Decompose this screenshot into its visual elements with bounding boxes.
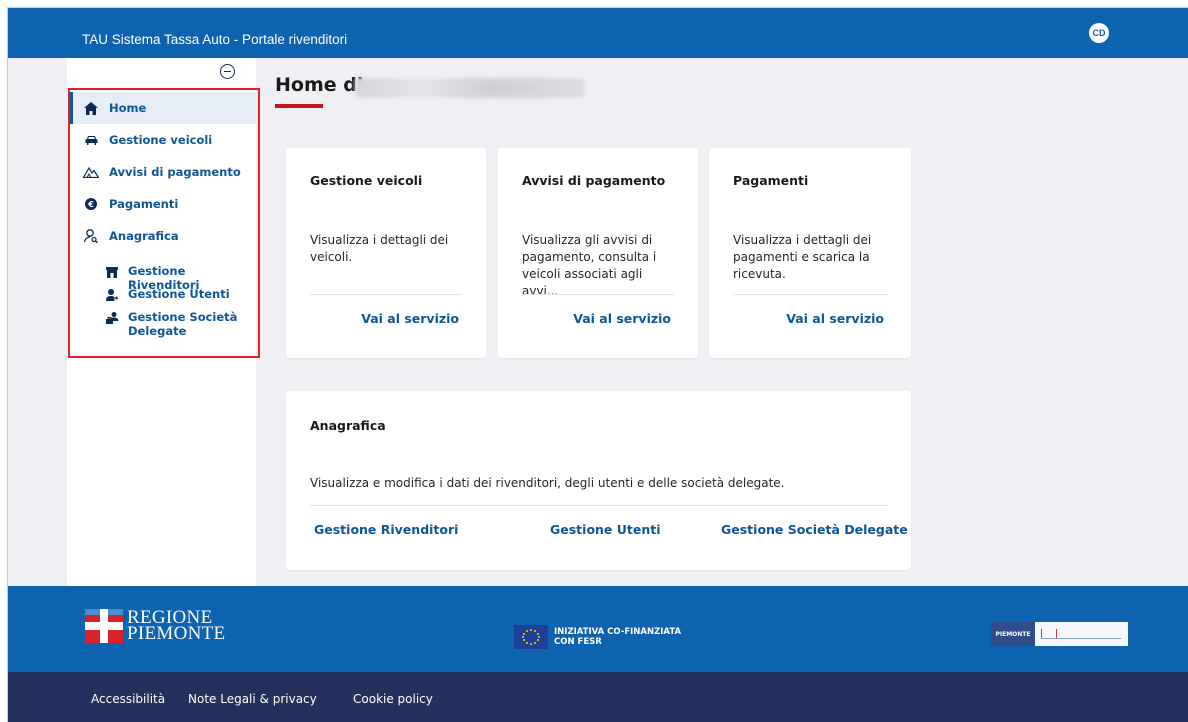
sidebar-subitem-label: Gestione Società Delegate xyxy=(128,310,238,338)
partner-logo-mark: PIEMONTE xyxy=(991,622,1035,646)
card-divider xyxy=(522,294,674,295)
svg-text:€: € xyxy=(87,200,94,209)
payment-notice-icon xyxy=(83,164,99,180)
card-title: Pagamenti xyxy=(733,173,809,188)
card-description: Visualizza i dettagli dei veicoli. xyxy=(310,233,449,264)
card-gestione-veicoli: Gestione veicoli Visualizza i dettagli d… xyxy=(286,148,486,358)
card-description: Visualizza e modifica i dati dei rivendi… xyxy=(310,476,785,490)
card-anagrafica: Anagrafica Visualizza e modifica i dati … xyxy=(286,391,911,570)
sidebar-item-home[interactable]: Home xyxy=(70,92,256,124)
vai-al-servizio-link[interactable]: Vai al servizio xyxy=(361,311,459,326)
eu-line1: INIZIATIVA CO-FINANZIATA xyxy=(554,627,682,637)
eu-cofinancing-badge: INIZIATIVA CO-FINANZIATA CON FESR xyxy=(514,625,681,649)
sidebar-item-label: Home xyxy=(109,101,147,115)
vai-al-servizio-link[interactable]: Vai al servizio xyxy=(786,311,884,326)
vai-al-servizio-link[interactable]: Vai al servizio xyxy=(573,311,671,326)
top-bar: TAU Sistema Tassa Auto - Portale rivendi… xyxy=(8,8,1188,58)
gestione-societa-delegate-link[interactable]: Gestione Società Delegate xyxy=(721,522,908,537)
collapse-sidebar-icon[interactable] xyxy=(220,64,235,79)
car-icon xyxy=(83,132,99,148)
partner-logo[interactable]: PIEMONTE xyxy=(991,622,1128,646)
euro-coin-icon: € xyxy=(83,196,99,212)
card-description: Visualizza i dettagli dei pagamenti e sc… xyxy=(733,233,872,281)
cookie-policy-link[interactable]: Cookie policy xyxy=(353,692,433,706)
sidebar-subitem-label: Gestione Utenti xyxy=(128,287,230,301)
bottom-bar: Accessibilità Note Legali & privacy Cook… xyxy=(8,672,1188,722)
footer: REGIONE PIEMONTE INIZIATIVA CO-FINANZIAT… xyxy=(8,586,1188,672)
eu-flag-icon xyxy=(514,625,548,649)
card-divider xyxy=(310,505,887,506)
card-divider xyxy=(733,294,887,295)
card-description: Visualizza gli avvisi di pagamento, cons… xyxy=(522,233,657,298)
sidebar-item-gestione-veicoli[interactable]: Gestione veicoli xyxy=(70,124,256,156)
sidebar-item-pagamenti[interactable]: € Pagamenti xyxy=(70,188,256,220)
accessibilita-link[interactable]: Accessibilità xyxy=(91,692,165,706)
company-users-icon xyxy=(105,311,119,325)
user-add-icon xyxy=(105,288,119,302)
sidebar-item-anagrafica[interactable]: Anagrafica xyxy=(70,220,256,252)
sidebar: Home Gestione veicoli Avvisi di pagament… xyxy=(67,58,260,586)
user-avatar[interactable]: CD xyxy=(1089,23,1109,43)
gestione-rivenditori-link[interactable]: Gestione Rivenditori xyxy=(314,522,458,537)
card-pagamenti: Pagamenti Visualizza i dettagli dei paga… xyxy=(709,148,911,358)
sidebar-item-label: Pagamenti xyxy=(109,197,179,211)
card-title: Anagrafica xyxy=(310,418,386,433)
sidebar-item-label: Avvisi di pagamento xyxy=(109,165,241,179)
store-icon xyxy=(105,265,119,279)
sidebar-item-label: Anagrafica xyxy=(109,229,179,243)
piemonte-flag-icon xyxy=(85,609,123,643)
page-title: Home di xyxy=(275,74,364,96)
gestione-utenti-link[interactable]: Gestione Utenti xyxy=(550,522,661,537)
redacted-name xyxy=(355,78,585,98)
card-avvisi-pagamento: Avvisi di pagamento Visualizza gli avvis… xyxy=(498,148,698,358)
title-underline xyxy=(275,104,323,108)
card-divider xyxy=(310,294,462,295)
region-line2: PIEMONTE xyxy=(127,623,226,644)
sidebar-subitem-gestione-utenti[interactable]: Gestione Utenti xyxy=(105,287,255,302)
card-title: Gestione veicoli xyxy=(310,173,423,188)
sidebar-subitem-gestione-societa-delegate[interactable]: Gestione Società Delegate xyxy=(105,310,255,338)
sidebar-item-avvisi-pagamento[interactable]: Avvisi di pagamento xyxy=(70,156,256,188)
app-title: TAU Sistema Tassa Auto - Portale rivendi… xyxy=(82,32,348,47)
note-legali-privacy-link[interactable]: Note Legali & privacy xyxy=(188,692,317,706)
eu-line2: CON FESR xyxy=(554,637,602,647)
card-title: Avvisi di pagamento xyxy=(522,173,666,188)
regione-piemonte-logo[interactable]: REGIONE PIEMONTE xyxy=(85,608,226,644)
user-search-icon xyxy=(83,228,99,244)
home-icon xyxy=(83,100,99,116)
sidebar-item-label: Gestione veicoli xyxy=(109,133,213,147)
app-window: TAU Sistema Tassa Auto - Portale rivendi… xyxy=(7,7,1188,722)
